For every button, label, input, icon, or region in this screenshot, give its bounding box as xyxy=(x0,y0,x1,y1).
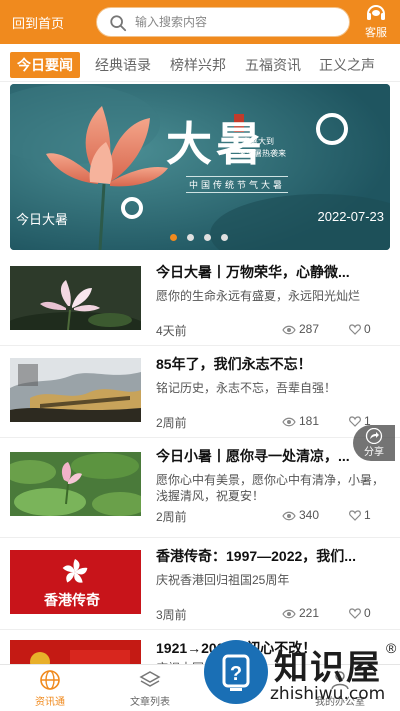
category-tabs: 今日要闻 经典语录 榜样兴邦 五福资讯 正义之声 xyxy=(0,44,400,82)
headset-icon xyxy=(367,5,385,20)
thumbnail-caption: 香港传奇 xyxy=(44,593,100,609)
watermark-text: 知识屋 xyxy=(274,648,382,688)
service-label: 客服 xyxy=(365,27,387,39)
like-count[interactable]: 0 xyxy=(349,322,371,336)
like-count[interactable]: 0 xyxy=(349,606,371,620)
news-time: 4天前 xyxy=(156,324,187,338)
search-box[interactable] xyxy=(96,7,350,37)
view-count-value: 181 xyxy=(299,414,320,428)
tab-classic-quotes[interactable]: 经典语录 xyxy=(88,52,158,78)
list-item[interactable]: 今日小暑丨愿你寻一处清凉，... 愿你心中有美景，愿你心中有清净，小暑，浅握清风… xyxy=(0,438,400,538)
banner-tag: 中国传统节气大暑 xyxy=(186,176,289,193)
news-thumbnail xyxy=(10,266,141,330)
view-count-value: 287 xyxy=(299,322,320,336)
carousel-dot[interactable] xyxy=(204,234,211,241)
news-title[interactable]: 85年了，我们永志不忘！ xyxy=(156,354,388,374)
news-time: 3周前 xyxy=(156,608,187,622)
nav-item-news[interactable]: 资讯通 xyxy=(10,669,90,708)
tab-role-models[interactable]: 榜样兴邦 xyxy=(163,52,233,78)
watermark-logo: ? xyxy=(204,640,268,704)
eye-icon xyxy=(282,417,296,427)
svg-text:?: ? xyxy=(230,663,242,685)
news-thumbnail xyxy=(10,358,141,422)
like-count[interactable]: 1 xyxy=(349,508,371,522)
banner-carousel[interactable]: 大暑 大暑大到 滚滚暑热袭来 中国传统节气大暑 今日大暑 2022-07-23 xyxy=(10,84,390,250)
news-time: 2周前 xyxy=(156,510,187,524)
list-item[interactable]: 85年了，我们永志不忘！ 铭记历史，永志不忘，吾辈自强！ 2周前 181 1 xyxy=(0,346,400,438)
like-count-value: 0 xyxy=(364,606,371,620)
watermark-registered: ® xyxy=(386,640,397,656)
heart-icon xyxy=(349,510,361,521)
news-title[interactable]: 今日大暑丨万物荣华，心静微... xyxy=(156,262,388,282)
eye-icon xyxy=(282,325,296,335)
share-button[interactable]: 分享 xyxy=(353,425,395,461)
news-desc: 愿你心中有美景，愿你心中有清净，小暑，浅握清风，祝夏安！ xyxy=(156,473,385,503)
share-icon xyxy=(365,428,383,444)
view-count: 221 xyxy=(282,606,319,620)
view-count: 287 xyxy=(282,322,319,336)
carousel-dot[interactable] xyxy=(221,234,228,241)
carousel-dot[interactable] xyxy=(170,234,177,241)
top-header: 回到首页 客服 xyxy=(0,0,400,44)
banner-date: 2022-07-23 xyxy=(317,209,385,224)
news-thumbnail: 香港传奇 xyxy=(10,550,141,614)
share-label: 分享 xyxy=(364,447,384,458)
eye-icon xyxy=(282,609,296,619)
news-title[interactable]: 香港传奇：1997—2022，我们... xyxy=(156,546,388,566)
eye-icon xyxy=(282,511,296,521)
list-item[interactable]: 今日大暑丨万物荣华，心静微... 愿你的生命永远有盛夏，永远阳光灿烂 4天前 2… xyxy=(0,254,400,346)
view-count-value: 340 xyxy=(299,508,320,522)
view-count: 181 xyxy=(282,414,319,428)
search-input[interactable] xyxy=(135,8,335,36)
list-item[interactable]: 香港传奇 香港传奇：1997—2022，我们... 庆祝香港回归祖国25周年 3… xyxy=(0,538,400,630)
like-count-value: 0 xyxy=(364,322,371,336)
tab-today-news[interactable]: 今日要闻 xyxy=(10,52,80,78)
tab-wufu-news[interactable]: 五福资讯 xyxy=(238,52,308,78)
tab-justice-voice[interactable]: 正义之声 xyxy=(312,52,382,78)
home-button[interactable]: 回到首页 xyxy=(12,13,64,32)
news-desc: 铭记历史，永志不忘，吾辈自强！ xyxy=(156,381,337,395)
globe-icon xyxy=(40,670,60,690)
heart-icon xyxy=(349,416,361,427)
banner-subtitle-1: 大暑大到 xyxy=(242,137,274,146)
news-desc: 愿你的生命永远有盛夏，永远阳光灿烂 xyxy=(156,289,361,303)
news-desc: 庆祝香港回归祖国25周年 xyxy=(156,573,290,587)
nav-item-articles[interactable]: 文章列表 xyxy=(110,669,190,708)
customer-service-button[interactable]: 客服 xyxy=(360,3,392,41)
banner-caption: 今日大暑 xyxy=(16,212,69,227)
news-thumbnail xyxy=(10,452,141,516)
nav-label: 文章列表 xyxy=(130,697,170,708)
view-count-value: 221 xyxy=(299,606,320,620)
heart-icon xyxy=(349,324,361,335)
carousel-dot[interactable] xyxy=(187,234,194,241)
watermark-url: zhishiwu.com xyxy=(270,684,386,704)
view-count: 340 xyxy=(282,508,319,522)
layers-icon xyxy=(139,671,161,687)
like-count-value: 1 xyxy=(364,508,371,522)
heart-icon xyxy=(349,608,361,619)
search-icon xyxy=(110,15,127,32)
news-time: 2周前 xyxy=(156,416,187,430)
watermark: ? 知识屋 ® zhishiwu.com xyxy=(204,632,400,711)
banner-subtitle-2: 滚滚暑热袭来 xyxy=(238,149,286,158)
nav-label: 资讯通 xyxy=(35,697,65,708)
